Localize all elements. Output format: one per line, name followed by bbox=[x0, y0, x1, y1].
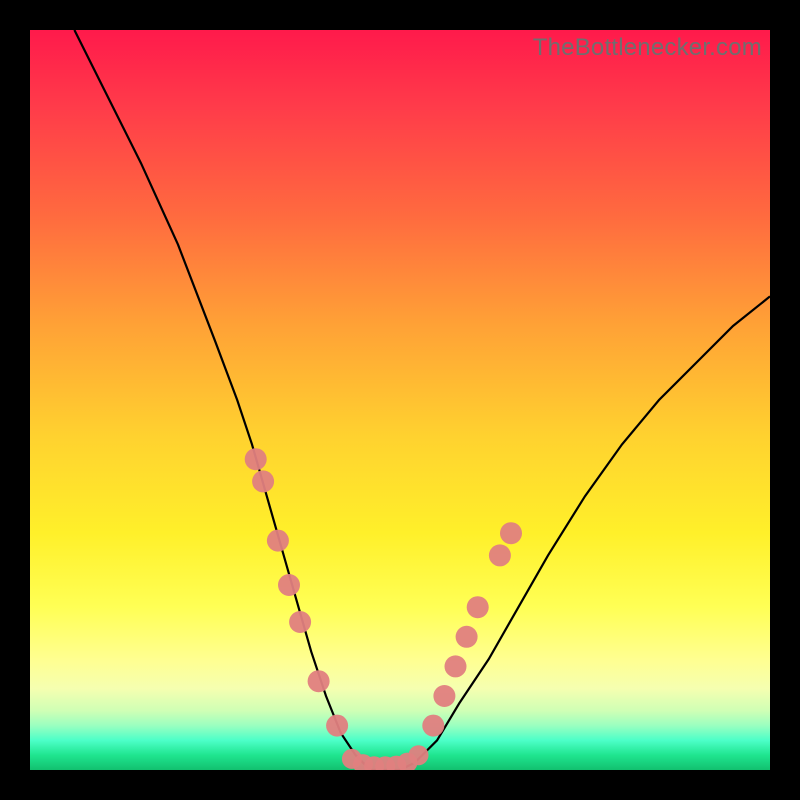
highlight-dots bbox=[245, 448, 522, 770]
highlight-dot bbox=[445, 655, 467, 677]
bottleneck-curve-path bbox=[74, 30, 770, 770]
highlight-dot bbox=[289, 611, 311, 633]
highlight-dot bbox=[489, 544, 511, 566]
bottleneck-chart bbox=[30, 30, 770, 770]
highlight-dot bbox=[252, 470, 274, 492]
outer-frame: TheBottlenecker.com bbox=[0, 0, 800, 800]
highlight-dot bbox=[433, 685, 455, 707]
highlight-dot bbox=[456, 626, 478, 648]
highlight-dot bbox=[245, 448, 267, 470]
highlight-dot bbox=[278, 574, 300, 596]
highlight-dot bbox=[422, 715, 444, 737]
highlight-dot bbox=[500, 522, 522, 544]
highlight-dot bbox=[308, 670, 330, 692]
highlight-dot bbox=[409, 745, 429, 765]
highlight-dot bbox=[467, 596, 489, 618]
plot-area: TheBottlenecker.com bbox=[30, 30, 770, 770]
highlight-dot bbox=[267, 530, 289, 552]
highlight-dot bbox=[326, 715, 348, 737]
